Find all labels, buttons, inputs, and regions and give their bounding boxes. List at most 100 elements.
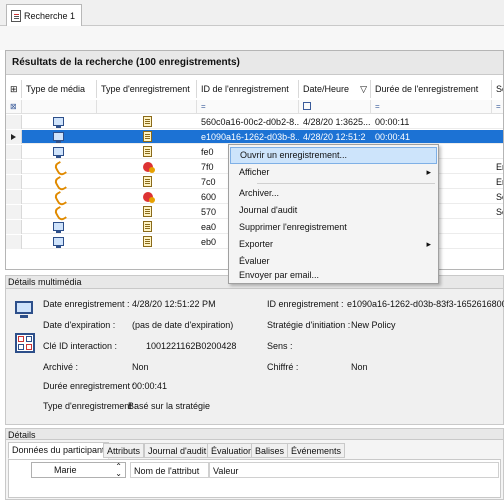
results-title: Résultats de la recherche (100 enregistr… bbox=[6, 51, 503, 75]
row-selector[interactable] bbox=[6, 130, 22, 144]
initiation-strategy-label: Stratégie d'initiation : bbox=[267, 320, 351, 330]
tab-participant-data[interactable]: Données du participant bbox=[8, 442, 109, 459]
search-document-icon bbox=[11, 9, 21, 22]
no-resource-record-icon bbox=[143, 192, 155, 203]
phone-media-icon bbox=[55, 207, 65, 217]
menu-item-open-record[interactable]: Ouvrir un enregistrement... bbox=[230, 147, 437, 164]
extra-cell bbox=[492, 115, 503, 129]
recording-duration-value: 00:00:41 bbox=[132, 381, 168, 391]
column-duration[interactable]: Durée de l'enregistrement bbox=[371, 80, 492, 98]
phone-media-icon bbox=[55, 162, 65, 172]
tab-tags[interactable]: Balises bbox=[251, 443, 289, 458]
tab-attributes[interactable]: Attributs bbox=[103, 443, 145, 458]
multimedia-details-panel: Date enregistrement : 4/28/20 12:51:22 P… bbox=[5, 289, 504, 425]
filter-date-time[interactable] bbox=[299, 100, 371, 114]
menu-item-archive[interactable]: Archiver... bbox=[230, 185, 437, 202]
row-selector[interactable] bbox=[6, 220, 22, 234]
document-tab-bar: Recherche 1 bbox=[0, 0, 504, 26]
record-id-label: ID enregistrement : bbox=[267, 299, 344, 309]
policy-record-icon bbox=[143, 131, 152, 142]
attribute-name-header[interactable]: Nom de l'attribut bbox=[130, 462, 209, 478]
policy-record-icon bbox=[143, 146, 152, 157]
column-date-time[interactable]: Date/Heure ▽ bbox=[299, 80, 371, 98]
extra-cell bbox=[492, 220, 503, 234]
phone-media-icon bbox=[55, 192, 65, 202]
filter-record-type[interactable] bbox=[97, 100, 197, 114]
duration-cell: 00:00:11 bbox=[375, 117, 410, 127]
recording-date-value: 4/28/20 12:51:22 PM bbox=[132, 299, 216, 309]
column-record-type[interactable]: Type d'enregistrement bbox=[97, 80, 197, 98]
tab-audit-log[interactable]: Journal d'audit bbox=[144, 443, 211, 458]
menu-item-audit-log[interactable]: Journal d'audit bbox=[230, 202, 437, 219]
participant-name: Marie bbox=[54, 465, 77, 475]
filter-extra[interactable]: = bbox=[492, 100, 503, 114]
screen-media-icon bbox=[53, 117, 64, 128]
menu-item-delete-record[interactable]: Supprimer l'enregistrement bbox=[230, 219, 437, 236]
encrypted-label: Chiffré : bbox=[267, 362, 299, 372]
column-record-id[interactable]: ID de l'enregistrement bbox=[197, 80, 299, 98]
policy-record-icon bbox=[143, 116, 152, 127]
participant-select[interactable]: Marie ⌃ ⌄ bbox=[31, 462, 126, 478]
details-panel: Données du participant Attributs Journal… bbox=[5, 440, 504, 500]
row-selector[interactable] bbox=[6, 175, 22, 189]
interaction-key-label: Clé ID interaction : bbox=[43, 341, 118, 351]
filter-icon[interactable]: ▽ bbox=[360, 80, 367, 98]
menu-item-export[interactable]: Exporter bbox=[230, 236, 437, 253]
expiry-date-label: Date d'expiration : bbox=[43, 320, 116, 330]
row-selector[interactable] bbox=[6, 115, 22, 129]
toolbar-area bbox=[0, 26, 504, 50]
row-selector[interactable] bbox=[6, 190, 22, 204]
column-extra[interactable]: Se bbox=[492, 80, 503, 98]
menu-item-send-email[interactable]: Envoyer par email... bbox=[230, 267, 437, 284]
tab-events[interactable]: Événements bbox=[287, 443, 346, 458]
filter-media-type[interactable] bbox=[22, 100, 97, 114]
initiation-strategy-value: New Policy bbox=[351, 320, 396, 330]
column-chooser-icon[interactable]: ⊞ bbox=[6, 80, 22, 98]
duration-cell: 00:00:41 bbox=[375, 132, 411, 142]
extra-cell bbox=[492, 235, 503, 249]
interaction-key-value: 1001221162B0200428 bbox=[146, 341, 237, 351]
screen-stand-icon bbox=[20, 315, 28, 318]
extra-cell: Er bbox=[496, 177, 503, 187]
date-time-cell: 4/28/20 1:3625... bbox=[303, 117, 371, 127]
filter-duration[interactable]: = bbox=[371, 100, 492, 114]
attribute-value-header[interactable]: Valeur bbox=[209, 462, 499, 478]
tab-recherche-1[interactable]: Recherche 1 bbox=[6, 4, 82, 26]
spinner-icon[interactable]: ⌃ ⌄ bbox=[115, 463, 122, 478]
extra-cell bbox=[492, 130, 503, 144]
screen-media-icon bbox=[53, 222, 64, 233]
menu-separator bbox=[257, 183, 435, 184]
recording-duration-label: Durée enregistrement : bbox=[43, 381, 136, 391]
clear-filter-icon[interactable]: ⊠ bbox=[6, 100, 22, 114]
recording-date-label: Date enregistrement : bbox=[43, 299, 130, 309]
table-row[interactable]: 560c0a16-00c2-d0b2-8... 4/28/20 1:3625...… bbox=[6, 115, 503, 129]
screen-media-icon bbox=[53, 237, 64, 248]
row-selector[interactable] bbox=[6, 235, 22, 249]
policy-record-icon bbox=[143, 221, 152, 232]
row-selector[interactable] bbox=[6, 205, 22, 219]
tab-label: Recherche 1 bbox=[24, 10, 76, 21]
date-time-cell: 4/28/20 12:51:2 bbox=[303, 132, 366, 142]
archived-label: Archivé : bbox=[43, 362, 79, 372]
filter-record-id[interactable]: = bbox=[197, 100, 299, 114]
policy-record-icon bbox=[143, 236, 152, 247]
current-row-arrow-icon bbox=[11, 134, 16, 140]
extra-cell bbox=[492, 145, 503, 159]
record-type-label: Type d'enregistrement : bbox=[43, 401, 137, 411]
table-row[interactable]: e1090a16-1262-d03b-8... 4/28/20 12:51:2 00… bbox=[6, 130, 503, 144]
column-media-type[interactable]: Type de média bbox=[22, 80, 97, 98]
record-id-value: e1090a16-1262-d03b-83f3-165261680001 bbox=[347, 299, 504, 309]
extra-cell: Sc bbox=[496, 207, 503, 217]
screen-media-icon bbox=[53, 147, 64, 158]
menu-item-display[interactable]: Afficher bbox=[230, 164, 437, 181]
encrypted-value: Non bbox=[351, 362, 368, 372]
calendar-icon[interactable] bbox=[303, 102, 311, 110]
row-selector[interactable] bbox=[6, 145, 22, 159]
row-selector[interactable] bbox=[6, 160, 22, 174]
record-id-cell: e1090a16-1262-d03b-8... bbox=[201, 132, 299, 142]
phone-media-icon bbox=[55, 177, 65, 187]
screen-media-icon bbox=[53, 132, 64, 143]
column-date-time-label: Date/Heure bbox=[303, 84, 350, 94]
screen-recording-icon bbox=[15, 301, 33, 314]
tab-evaluation[interactable]: Évaluation bbox=[207, 443, 258, 458]
